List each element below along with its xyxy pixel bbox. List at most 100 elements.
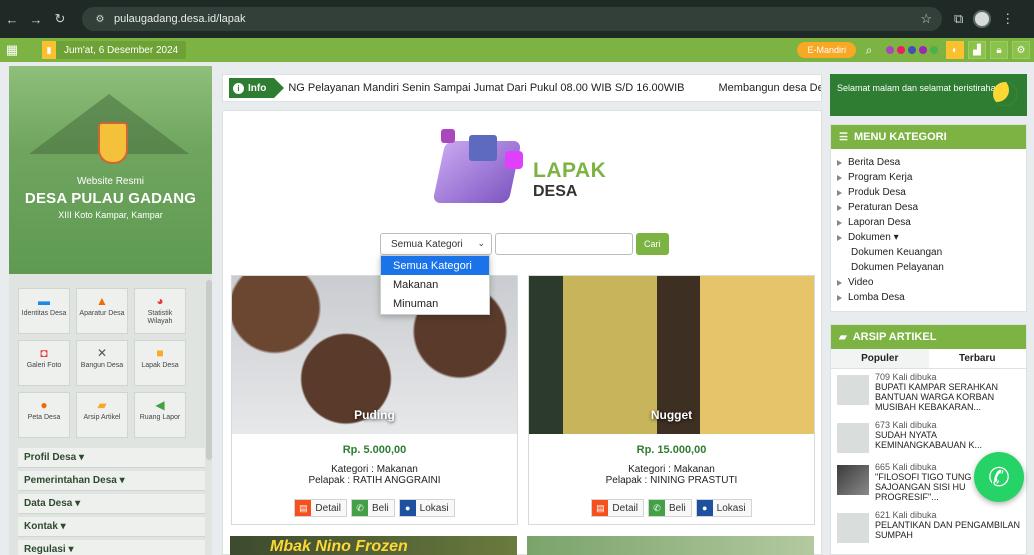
peek-banner-text: Mbak Nino Frozen [270, 538, 408, 555]
beli-label: Beli [668, 502, 686, 514]
article-views: 673 Kali dibuka [875, 420, 937, 430]
category-lomba-desa[interactable]: Lomba Desa [837, 290, 1026, 305]
theme-dot[interactable] [886, 46, 894, 54]
beli-button[interactable]: ✆ Beli [647, 499, 692, 517]
category-produk-desa[interactable]: Produk Desa [837, 185, 1026, 200]
product-card-peek[interactable]: Mbak Nino Frozen [230, 536, 517, 555]
tile-label: Arsip Artikel [83, 414, 121, 421]
menu-pemerintahan-desa[interactable]: Pemerintahan Desa ▾ [18, 471, 205, 491]
info-badge: i Info [229, 78, 285, 98]
shop-icon: ■ [156, 346, 164, 360]
lokasi-button[interactable]: ● Lokasi [695, 499, 752, 517]
tile-statistik-wilayah[interactable]: ◕ Statistik Wilayah [134, 288, 186, 334]
category-dokumen[interactable]: Dokumen ▾ [837, 230, 1026, 245]
browser-actions: ⧉ ⋮ [954, 10, 1014, 28]
theme-dot[interactable] [897, 46, 905, 54]
category-label: Berita Desa [848, 157, 901, 168]
site-settings-icon[interactable]: ⚙ [92, 11, 108, 27]
product-card-peek[interactable] [527, 536, 814, 555]
detail-label: Detail [315, 502, 341, 514]
article-item[interactable]: 621 Kali dibuka PELANTIKAN DAN PENGAMBIL… [831, 510, 1026, 552]
chat-icon: ▬ [38, 294, 50, 308]
tile-label: Ruang Lapor [139, 414, 181, 421]
product-card: Nugget Rp. 15.000,00 Kategori : Makanan … [528, 275, 815, 525]
option-semua-kategori[interactable]: Semua Kategori [381, 256, 489, 275]
tile-label: Identitas Desa [21, 310, 67, 317]
detail-label: Detail [612, 502, 638, 514]
menu-kategori-box: ☰ MENU KATEGORI Berita Desa Program Kerj… [830, 124, 1027, 312]
option-minuman[interactable]: Minuman [381, 294, 489, 313]
tile-arsip-artikel[interactable]: ▰ Arsip Artikel [76, 392, 128, 438]
back-icon[interactable]: ← [0, 7, 24, 31]
article-item[interactable]: 709 Kali dibuka BUPATI KAMPAR SERAHKAN B… [831, 372, 1026, 414]
tile-identitas-desa[interactable]: ▬ Identitas Desa [18, 288, 70, 334]
lokasi-button[interactable]: ● Lokasi [398, 499, 455, 517]
category-dokumen-keuangan[interactable]: Dokumen Keuangan [837, 245, 1026, 260]
whatsapp-float-icon[interactable]: ✆ [974, 452, 1024, 502]
settings-gear-icon[interactable]: ⚙ [1012, 41, 1030, 59]
bookmark-star-icon[interactable]: ☆ [920, 11, 932, 27]
tile-galeri-foto[interactable]: ◘ Galeri Foto [18, 340, 70, 386]
apps-grid-icon[interactable]: ▦ [0, 38, 24, 62]
logo-text-lapak: LAPAK [533, 159, 607, 182]
category-label: Video [848, 277, 874, 288]
article-thumbnail [837, 375, 869, 405]
tab-terbaru[interactable]: Terbaru [928, 349, 1026, 368]
chat-bubble-icon [505, 151, 523, 169]
detail-button[interactable]: ▤ Detail [591, 499, 644, 517]
address-bar[interactable]: ⚙ pulaugadang.desa.id/lapak ☆ [82, 7, 942, 31]
dark-mode-icon[interactable]: ◐ [946, 41, 964, 59]
reload-icon[interactable]: ↻ [48, 7, 72, 31]
emandiri-button[interactable]: E-Mandiri [797, 42, 856, 58]
menu-regulasi[interactable]: Regulasi ▾ [18, 540, 205, 555]
forward-icon[interactable]: → [24, 7, 48, 31]
tile-ruang-lapor[interactable]: ◀ Ruang Lapor [134, 392, 186, 438]
option-makanan[interactable]: Makanan [381, 275, 489, 294]
sidebar-scrollbar[interactable] [206, 280, 212, 460]
tab-populer[interactable]: Populer [831, 349, 929, 368]
category-laporan-desa[interactable]: Laporan Desa [837, 215, 1026, 230]
article-views: 621 Kali dibuka [875, 510, 937, 520]
megaphone-icon: ◀ [155, 398, 165, 412]
tile-label: Bangun Desa [80, 362, 124, 369]
tile-aparatur-desa[interactable]: ▲ Aparatur Desa [76, 288, 128, 334]
theme-dot[interactable] [930, 46, 938, 54]
product-seller: Pelapak : RATIH ANGGRAINI [308, 475, 441, 486]
menu-profil-desa[interactable]: Profil Desa ▾ [18, 448, 205, 468]
calendar-icon: ▮ [42, 41, 56, 59]
category-label: Laporan Desa [848, 217, 911, 228]
search-button[interactable]: Cari [636, 233, 669, 255]
search-input[interactable] [495, 233, 633, 255]
tile-bangun-desa[interactable]: ✕ Bangun Desa [76, 340, 128, 386]
profile-avatar-icon[interactable] [973, 10, 992, 28]
tools-icon: ✕ [96, 346, 108, 360]
tile-label: Galeri Foto [26, 362, 62, 369]
info-badge-label: Info [248, 82, 267, 94]
category-program-kerja[interactable]: Program Kerja [837, 170, 1026, 185]
category-berita-desa[interactable]: Berita Desa [837, 155, 1026, 170]
category-select[interactable]: Semua Kategori ⌄ [380, 233, 492, 255]
arsip-artikel-header: ▰ ARSIP ARTIKEL [831, 325, 1026, 349]
menu-kontak[interactable]: Kontak ▾ [18, 517, 205, 537]
theme-dot[interactable] [919, 46, 927, 54]
category-dokumen-pelayanan[interactable]: Dokumen Pelayanan [837, 260, 1026, 275]
browser-toolbar: ← → ↻ ⚙ pulaugadang.desa.id/lapak ☆ ⧉ ⋮ [0, 3, 1034, 35]
theme-dot[interactable] [908, 46, 916, 54]
menu-data-desa[interactable]: Data Desa ▾ [18, 494, 205, 514]
product-image[interactable]: Nugget [529, 276, 814, 434]
browser-menu-icon[interactable]: ⋮ [1001, 11, 1014, 27]
detail-button[interactable]: ▤ Detail [294, 499, 347, 517]
lock-icon[interactable]: 🔒︎ [990, 41, 1008, 59]
beli-button[interactable]: ✆ Beli [350, 499, 395, 517]
extensions-icon[interactable]: ⧉ [954, 11, 963, 27]
category-peraturan-desa[interactable]: Peraturan Desa [837, 200, 1026, 215]
browser-chrome: ← → ↻ ⚙ pulaugadang.desa.id/lapak ☆ ⧉ ⋮ [0, 0, 1034, 38]
lokasi-label: Lokasi [716, 502, 746, 514]
left-sidebar: Website Resmi DESA PULAU GADANG XIII Kot… [9, 66, 212, 555]
category-video[interactable]: Video [837, 275, 1026, 290]
search-icon[interactable]: ⌕ [860, 41, 878, 59]
site-topbar: ▦ ▮ Jum'at, 6 Desember 2024 E-Mandiri ⌕ … [0, 38, 1034, 62]
tile-lapak-desa[interactable]: ■ Lapak Desa [134, 340, 186, 386]
stats-icon[interactable]: ▟ [968, 41, 986, 59]
tile-peta-desa[interactable]: ● Peta Desa [18, 392, 70, 438]
